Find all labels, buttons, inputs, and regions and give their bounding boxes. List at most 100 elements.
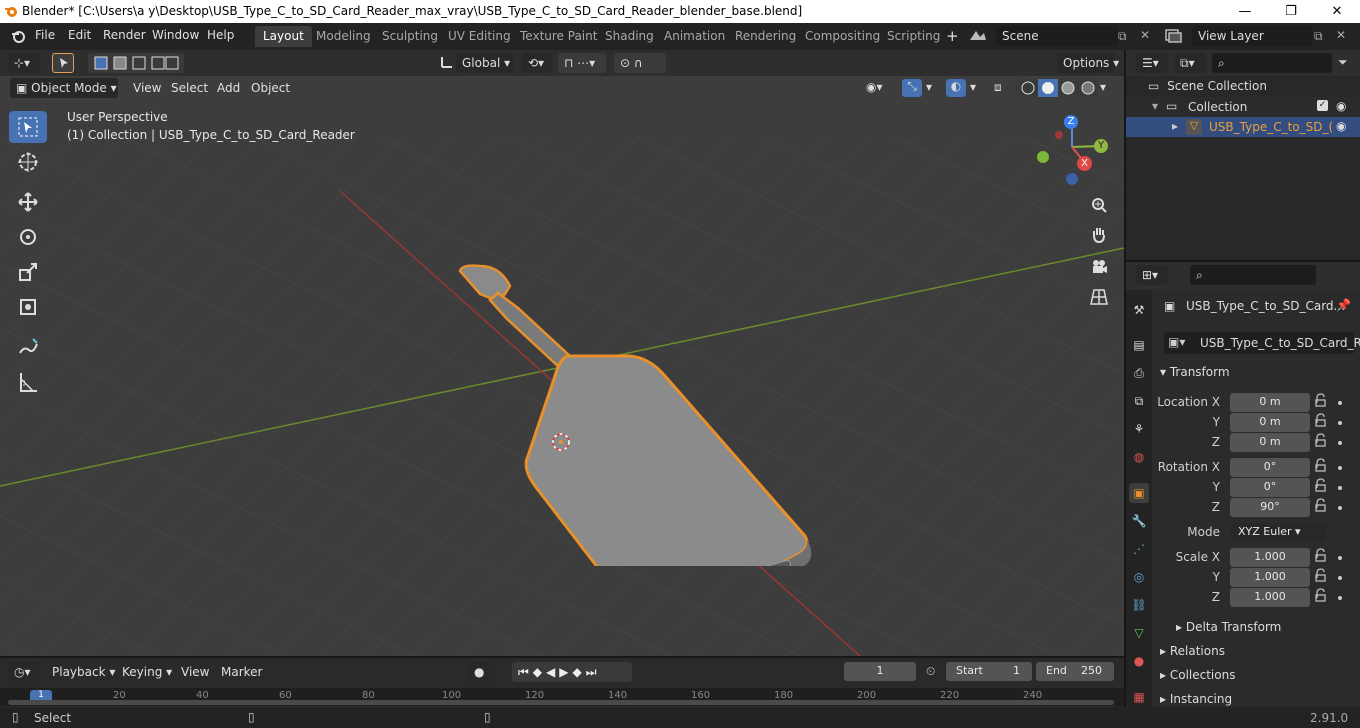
menu-file[interactable]: File xyxy=(35,28,55,42)
gizmo-toggle-icon[interactable]: ⤡ xyxy=(902,79,922,97)
playback-dropdown[interactable]: Playback ▾ xyxy=(52,665,115,679)
current-frame-field[interactable]: 1 xyxy=(844,662,916,681)
timeline-editor-type-icon[interactable]: ◷▾ xyxy=(8,662,40,682)
snap-icon[interactable]: ⊓ ⋯▾ xyxy=(558,53,606,73)
3d-viewport[interactable]: User Perspective (1) Collection | USB_Ty… xyxy=(0,76,1124,656)
relations-section[interactable]: ▸ Relations xyxy=(1160,644,1225,658)
timeline-scrollbar[interactable] xyxy=(8,700,1114,705)
rotate-tool[interactable] xyxy=(9,221,47,253)
properties-search-input[interactable]: ⌕ xyxy=(1190,265,1316,285)
transform-tool[interactable] xyxy=(9,291,47,323)
scene-remove-icon[interactable]: ✕ xyxy=(1140,28,1150,42)
display-mode-icon[interactable]: ⧉▾ xyxy=(1174,53,1206,73)
scale-x-field[interactable]: 1.000 xyxy=(1230,548,1310,567)
maximize-button[interactable]: ❐ xyxy=(1268,0,1314,23)
gizmo-y-axis[interactable]: Y xyxy=(1094,139,1108,153)
gizmo-x-axis[interactable]: X xyxy=(1077,156,1092,171)
collections-section[interactable]: ▸ Collections xyxy=(1160,668,1235,682)
tab-layout[interactable]: Layout xyxy=(255,26,312,47)
select-tool[interactable] xyxy=(9,111,47,143)
scale-z-field[interactable]: 1.000 xyxy=(1230,588,1310,607)
tab-animation[interactable]: Animation xyxy=(656,26,733,47)
material-tab-icon[interactable]: ● xyxy=(1129,651,1149,671)
timeline-menu-marker[interactable]: Marker xyxy=(221,665,262,679)
view-layer-icon[interactable] xyxy=(1164,28,1184,47)
transform-section-header[interactable]: ▾ Transform xyxy=(1160,365,1230,379)
tab-compositing[interactable]: Compositing xyxy=(797,26,888,47)
overlay-toggle-icon[interactable]: ◐ xyxy=(946,79,966,97)
move-tool[interactable] xyxy=(9,186,47,218)
instancing-section[interactable]: ▸ Instancing xyxy=(1160,692,1232,706)
menu-render[interactable]: Render xyxy=(103,28,146,42)
collection-row[interactable]: ▾ ▭ Collection ✓ ◉ xyxy=(1126,97,1360,117)
particles-tab-icon[interactable]: ⋰ xyxy=(1129,539,1149,559)
filter-icon[interactable]: ⏷ xyxy=(1338,55,1348,70)
cursor-tool[interactable] xyxy=(9,146,47,178)
object-tab-icon[interactable]: ▣ xyxy=(1129,483,1149,503)
physics-tab-icon[interactable]: ◎ xyxy=(1129,567,1149,587)
playback-controls[interactable]: ⏮◆◀▶◆⏭ xyxy=(512,662,632,682)
tab-uv-editing[interactable]: UV Editing xyxy=(440,26,519,47)
measure-tool[interactable] xyxy=(9,366,47,398)
object-row[interactable]: ▸ ▽ USB_Type_C_to_SD_( ◉ xyxy=(1126,117,1360,137)
rotation-mode-dropdown[interactable]: XYZ Euler ▾ xyxy=(1230,523,1326,542)
tab-modeling[interactable]: Modeling xyxy=(308,26,379,47)
visibility-icon[interactable]: ◉▾ xyxy=(866,80,883,94)
render-tab-icon[interactable]: ▤ xyxy=(1129,335,1149,355)
gizmo-dropdown-icon[interactable]: ▾ xyxy=(926,80,932,94)
outliner-search-input[interactable]: ⌕ xyxy=(1212,53,1332,73)
start-frame-field[interactable]: Start 1 xyxy=(946,662,1032,681)
pan-hand-icon[interactable] xyxy=(1088,224,1110,246)
shading-mode-group[interactable] xyxy=(1016,79,1098,97)
overlay-dropdown-icon[interactable]: ▾ xyxy=(970,80,976,94)
timeline-menu-view[interactable]: View xyxy=(181,665,209,679)
xray-toggle-icon[interactable]: ⧈ xyxy=(994,80,1002,95)
gizmo-z-axis[interactable]: Z xyxy=(1064,115,1078,129)
keying-dropdown[interactable]: Keying ▾ xyxy=(122,665,172,679)
view-layer-copy-icon[interactable]: ⧉ xyxy=(1314,29,1323,44)
scene-tab-icon[interactable]: ⚘ xyxy=(1129,419,1149,439)
options-dropdown[interactable]: Options ▾ xyxy=(1057,53,1119,73)
annotate-tool[interactable] xyxy=(9,331,47,363)
tab-shading[interactable]: Shading xyxy=(597,26,662,47)
scene-collection-row[interactable]: ▭ Scene Collection xyxy=(1148,79,1267,93)
properties-editor-type-icon[interactable]: ⊞▾ xyxy=(1136,265,1168,285)
rotation-z-field[interactable]: 90° xyxy=(1230,498,1310,517)
proportional-edit-icon[interactable]: ⊙ ∩ xyxy=(614,53,666,73)
usb-card-reader-model[interactable] xyxy=(440,246,830,566)
collection-visibility-icon[interactable]: ◉ xyxy=(1336,99,1346,113)
scale-tool[interactable] xyxy=(9,256,47,288)
viewport-menu-select[interactable]: Select xyxy=(171,81,208,95)
view-layer-field[interactable]: View Layer xyxy=(1192,26,1312,46)
viewport-menu-view[interactable]: View xyxy=(133,81,161,95)
rotation-y-field[interactable]: 0° xyxy=(1230,478,1310,497)
modifier-tab-icon[interactable]: 🔧 xyxy=(1129,511,1149,531)
minimize-button[interactable]: — xyxy=(1222,0,1268,23)
blender-menu-icon[interactable] xyxy=(10,28,26,47)
object-visibility-icon[interactable]: ◉ xyxy=(1336,119,1346,133)
tab-texture-paint[interactable]: Texture Paint xyxy=(512,26,605,47)
orthographic-grid-icon[interactable] xyxy=(1088,286,1110,308)
output-tab-icon[interactable]: ⎙ xyxy=(1129,363,1149,383)
delta-transform-section[interactable]: ▸ Delta Transform xyxy=(1176,620,1281,634)
outliner-editor-type-icon[interactable]: ☰▾ xyxy=(1136,53,1168,73)
record-button[interactable]: ● xyxy=(468,662,490,682)
location-z-field[interactable]: 0 m xyxy=(1230,433,1310,452)
rotation-x-field[interactable]: 0° xyxy=(1230,458,1310,477)
object-datablock-field[interactable]: ▣▾ USB_Type_C_to_SD_Card_R... xyxy=(1164,332,1360,354)
object-mode-dropdown[interactable]: ▣ Object Mode ▾ xyxy=(10,78,118,98)
collection-checkbox[interactable]: ✓ xyxy=(1317,100,1328,111)
lock-and-keyframe-icons[interactable] xyxy=(1314,392,1354,610)
close-button[interactable]: ✕ xyxy=(1314,0,1360,23)
scale-y-field[interactable]: 1.000 xyxy=(1230,568,1310,587)
viewport-menu-object[interactable]: Object xyxy=(251,81,290,95)
scene-copy-icon[interactable]: ⧉ xyxy=(1118,29,1127,44)
preview-range-icon[interactable]: ⏲ xyxy=(926,664,935,679)
menu-edit[interactable]: Edit xyxy=(68,28,91,42)
shading-dropdown-icon[interactable]: ▾ xyxy=(1100,80,1106,94)
location-x-field[interactable]: 0 m xyxy=(1230,393,1310,412)
zoom-icon[interactable] xyxy=(1088,194,1110,216)
scene-name-field[interactable]: Scene xyxy=(996,26,1118,46)
tab-rendering[interactable]: Rendering xyxy=(727,26,804,47)
constraints-tab-icon[interactable]: ⛓ xyxy=(1129,595,1149,615)
